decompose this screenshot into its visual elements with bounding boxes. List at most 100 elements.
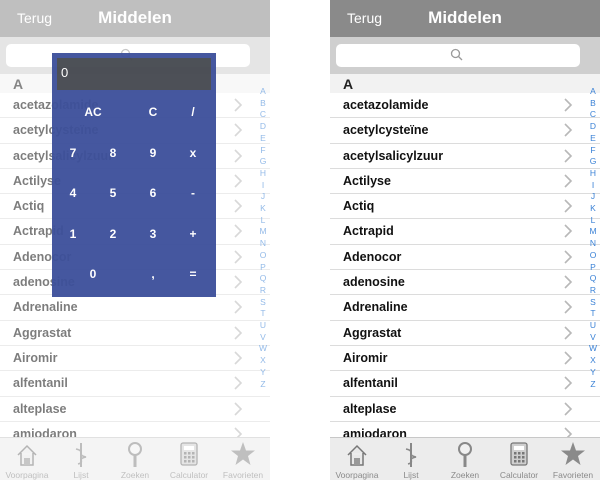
calculator-key[interactable]: 8 — [94, 139, 132, 167]
tab-favorieten[interactable]: Favorieten — [546, 438, 600, 480]
index-letter[interactable]: H — [587, 168, 599, 180]
index-letter[interactable]: X — [587, 355, 599, 367]
calculator-key[interactable]: x — [174, 139, 212, 167]
chevron-right-icon — [563, 199, 573, 213]
index-letter[interactable]: D — [587, 121, 599, 133]
chevron-right-icon — [563, 174, 573, 188]
calculator-key[interactable]: C — [134, 98, 172, 126]
list-item[interactable]: Actrapid — [330, 219, 600, 245]
index-letter[interactable]: O — [587, 250, 599, 262]
index-letter[interactable]: Q — [587, 273, 599, 285]
chevron-right-icon — [563, 224, 573, 239]
list-item[interactable]: Aggrastat — [330, 321, 600, 346]
calculator-display: 0 — [57, 58, 211, 90]
medication-list: acetazolamide acetylcysteïne acetylsalic… — [330, 93, 600, 448]
list-item-label: Adrenaline — [343, 300, 408, 315]
calculator-key[interactable]: 0 — [74, 260, 112, 288]
calculator-key[interactable]: 9 — [134, 139, 172, 167]
index-letter[interactable]: Y — [587, 367, 599, 379]
calculator-display-value: 0 — [61, 65, 69, 80]
index-letter[interactable]: I — [587, 180, 599, 192]
index-letter[interactable]: W — [587, 343, 599, 355]
index-letter[interactable]: F — [587, 145, 599, 157]
index-letter[interactable]: J — [587, 191, 599, 203]
tab-label: Favorieten — [552, 470, 594, 480]
index-letter[interactable]: V — [587, 332, 599, 344]
calculator-key[interactable]: 6 — [134, 179, 172, 207]
list-item[interactable]: acetylcysteïne — [330, 118, 600, 144]
calculator-key[interactable]: 2 — [94, 220, 132, 248]
search-icon — [450, 48, 464, 62]
tab-voorpagina[interactable]: Voorpagina — [330, 438, 384, 480]
tab-bar: Voorpagina Lijst Zoeken Calculator Favor… — [330, 437, 600, 480]
calculator-key[interactable]: / — [174, 98, 212, 126]
index-letter[interactable]: E — [587, 133, 599, 145]
chevron-right-icon — [563, 149, 573, 163]
index-letter[interactable]: B — [587, 98, 599, 110]
list-item-label: Actiq — [343, 199, 375, 214]
list-item[interactable]: acetylsalicylzuur — [330, 144, 600, 169]
chevron-right-icon — [563, 401, 573, 416]
index-letter[interactable]: L — [587, 215, 599, 227]
phone-screen-list: Terug Middelen A acetazolamide acetylcys… — [330, 0, 600, 480]
index-letter[interactable]: P — [587, 262, 599, 274]
list-item-label: Actrapid — [343, 224, 394, 239]
page-title: Middelen — [428, 8, 502, 27]
calculator-key[interactable]: , — [134, 260, 172, 288]
index-letter[interactable]: S — [587, 297, 599, 309]
list-item-label: acetazolamide — [343, 98, 429, 112]
navigation-bar: Terug Middelen — [330, 0, 600, 37]
calculator-key[interactable]: = — [174, 260, 212, 288]
calculator-key[interactable]: 1 — [54, 220, 92, 248]
list-item[interactable]: Adenocor — [330, 245, 600, 271]
tab-label: Lijst — [403, 470, 419, 480]
chevron-right-icon — [563, 123, 573, 137]
list-item-label: alteplase — [343, 401, 397, 416]
list-item[interactable]: Adrenaline — [330, 295, 600, 321]
list-item-label: acetylsalicylzuur — [343, 148, 444, 163]
list-item-label: acetylcysteïne — [343, 123, 429, 138]
list-item[interactable]: acetazolamide — [330, 93, 600, 119]
list-item[interactable]: Actilyse — [330, 169, 600, 195]
index-letter[interactable]: M — [587, 226, 599, 238]
calculator-key[interactable]: 5 — [94, 179, 132, 207]
search-input[interactable] — [336, 44, 580, 67]
calculator-key[interactable]: AC — [74, 98, 112, 126]
index-letter[interactable]: K — [587, 203, 599, 215]
tab-label: Voorpagina — [335, 470, 379, 480]
tab-label: Zoeken — [450, 470, 480, 480]
calculator-key[interactable]: 3 — [134, 220, 172, 248]
index-letter[interactable]: U — [587, 320, 599, 332]
search-bar — [330, 37, 600, 74]
magnifier-icon — [458, 442, 472, 467]
list-item-label: alfentanil — [343, 376, 398, 391]
calculator-key[interactable]: + — [174, 220, 212, 248]
index-letter[interactable]: T — [587, 308, 599, 320]
tab-calculator[interactable]: Calculator — [492, 438, 546, 480]
calculator-key[interactable]: 4 — [54, 179, 92, 207]
tab-zoeken[interactable]: Zoeken — [438, 438, 492, 480]
list-item[interactable]: adenosine — [330, 270, 600, 296]
list-item[interactable]: Actiq — [330, 194, 600, 220]
index-letter[interactable]: R — [587, 285, 599, 297]
index-letter[interactable]: Z — [587, 379, 599, 391]
index-letter[interactable]: A — [587, 86, 599, 98]
list-item-label: Adenocor — [343, 249, 402, 264]
tab-lijst[interactable]: Lijst — [384, 438, 438, 480]
section-letter: A — [343, 76, 354, 92]
index-letter[interactable]: G — [587, 156, 599, 168]
chevron-right-icon — [563, 98, 573, 112]
list-item-label: Aggrastat — [343, 325, 402, 340]
chevron-right-icon — [563, 250, 573, 264]
list-item[interactable]: alfentanil — [330, 371, 600, 397]
calculator-key[interactable]: 7 — [54, 139, 92, 167]
list-item-label: Actilyse — [343, 173, 391, 188]
list-item[interactable]: alteplase — [330, 397, 600, 422]
list-item-label: adenosine — [343, 275, 405, 290]
index-letter[interactable]: C — [587, 109, 599, 121]
caduceus-icon — [405, 443, 417, 467]
index-letter[interactable]: N — [587, 238, 599, 250]
calculator-key[interactable]: - — [174, 179, 212, 207]
list-item[interactable]: Airomir — [330, 346, 600, 372]
chevron-right-icon — [563, 275, 573, 289]
